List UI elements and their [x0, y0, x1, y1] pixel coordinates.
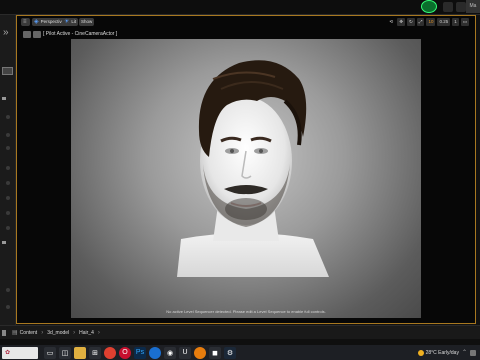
blender-icon[interactable]	[194, 346, 206, 359]
panel-marker	[2, 97, 6, 100]
folder-icon: ▤	[12, 330, 18, 336]
hamburger-icon: ≡	[23, 19, 27, 25]
weather-widget[interactable]: 28°C Early/day	[417, 349, 459, 356]
show-button[interactable]: Show	[79, 18, 95, 26]
perspective-icon: ◈	[34, 19, 39, 25]
panel-dot-icon[interactable]	[6, 288, 10, 292]
pilot-bar: [ Pilot Active - CineCameraActor ]	[23, 30, 117, 38]
top-right-tab[interactable]: Ma	[466, 0, 480, 13]
app-icon[interactable]: ◼	[209, 346, 221, 359]
snap-value[interactable]: 10	[426, 18, 436, 26]
sun-icon	[417, 349, 424, 356]
panel-dot-icon[interactable]	[6, 146, 10, 150]
weather-text: 28°C Early/day	[425, 349, 459, 356]
realtime-icon[interactable]: ⟲	[387, 18, 395, 26]
rotate-icon[interactable]: ↻	[407, 18, 415, 26]
panel-dot-icon[interactable]	[6, 133, 10, 137]
camera-icon[interactable]	[33, 30, 41, 38]
chevron-up-icon[interactable]: ⌃	[462, 349, 467, 356]
panel-marker	[2, 241, 6, 244]
system-tray: 28°C Early/day ⌃	[417, 345, 476, 360]
level-viewport[interactable]: ≡ ◈ Perspective ☀ Lit Show ⟲ ✥ ↻ ⤢ 10 0.…	[16, 15, 476, 324]
translate-icon[interactable]: ✥	[397, 18, 406, 26]
lit-mode-button[interactable]: ☀ Lit	[62, 18, 79, 26]
steam-icon[interactable]: ⚙	[224, 346, 236, 359]
unreal-icon[interactable]: U	[179, 346, 191, 359]
edge-icon[interactable]	[149, 346, 161, 359]
search-icon: ✿	[5, 350, 11, 356]
panel-dot-icon[interactable]	[6, 196, 10, 200]
render-scene[interactable]: No active Level Sequencer detected. Plea…	[71, 39, 421, 318]
chrome-icon[interactable]	[104, 346, 116, 359]
viewport-options-button[interactable]: ≡	[21, 18, 30, 26]
panel-dot-icon[interactable]	[6, 211, 10, 215]
chevron-right-icon: ›	[97, 329, 100, 336]
viewport-toolbar: ≡ ◈ Perspective ☀ Lit Show ⟲ ✥ ↻ ⤢ 10 0.…	[17, 16, 475, 29]
save-icon[interactable]	[443, 2, 453, 12]
camera-speed[interactable]: 1	[452, 18, 459, 26]
chevron-double-right-icon[interactable]: »	[3, 27, 9, 38]
network-icon[interactable]	[470, 349, 476, 356]
breadcrumb-content[interactable]: Content	[20, 330, 38, 336]
taskbar-search[interactable]: ✿	[2, 346, 38, 359]
breadcrumb-3d-model[interactable]: 3d_model	[47, 330, 69, 336]
panel-dot-icon[interactable]	[6, 305, 10, 309]
chevron-right-icon: ›	[73, 329, 76, 336]
task-view-icon[interactable]: ▭	[44, 346, 56, 359]
panel-dot-icon[interactable]	[6, 115, 10, 119]
maximize-viewport-icon[interactable]: ▭	[460, 18, 469, 26]
file-explorer-icon[interactable]	[74, 346, 86, 359]
breadcrumb-hair-4[interactable]: Hair_4	[79, 330, 94, 336]
eject-pilot-icon[interactable]	[23, 30, 31, 38]
taskbar: ✿ ▭ ◫ ⊞ O Ps ◉ U ◼ ⚙ 28°C Early/day ⌃	[0, 345, 480, 360]
widgets-icon[interactable]: ◫	[59, 346, 71, 359]
pilot-label: [ Pilot Active - CineCameraActor ]	[43, 31, 118, 37]
live-status-indicator-icon[interactable]	[421, 0, 437, 13]
panel-tab-icon[interactable]	[2, 67, 13, 75]
head-bust-render	[177, 60, 329, 277]
panel-dot-icon[interactable]	[6, 226, 10, 230]
scale-icon[interactable]: ⤢	[416, 18, 425, 26]
editor-top-bar: Ma	[0, 0, 480, 15]
sequencer-notice: No active Level Sequencer detected. Plea…	[166, 309, 326, 314]
lit-icon: ☀	[64, 19, 70, 25]
settings-icon[interactable]	[456, 2, 466, 12]
top-bar-controls	[443, 2, 466, 12]
store-icon[interactable]: ⊞	[89, 346, 101, 359]
photoshop-icon[interactable]: Ps	[134, 346, 146, 359]
content-browser-bar: ▤ Content › 3d_model › Hair_4 ›	[0, 325, 480, 339]
scale-snap-value[interactable]: 0.25	[437, 18, 451, 26]
panel-dot-icon[interactable]	[6, 166, 10, 170]
chevron-right-icon: ›	[41, 329, 44, 336]
content-drawer-indicator[interactable]	[2, 329, 6, 336]
viewport-snap-controls: ⟲ ✥ ↻ ⤢ 10 0.25 1 ▭	[387, 18, 469, 26]
obs-icon[interactable]: ◉	[164, 346, 176, 359]
left-side-panel: »	[0, 15, 16, 325]
panel-dot-icon[interactable]	[6, 181, 10, 185]
opera-icon[interactable]: O	[119, 346, 131, 359]
